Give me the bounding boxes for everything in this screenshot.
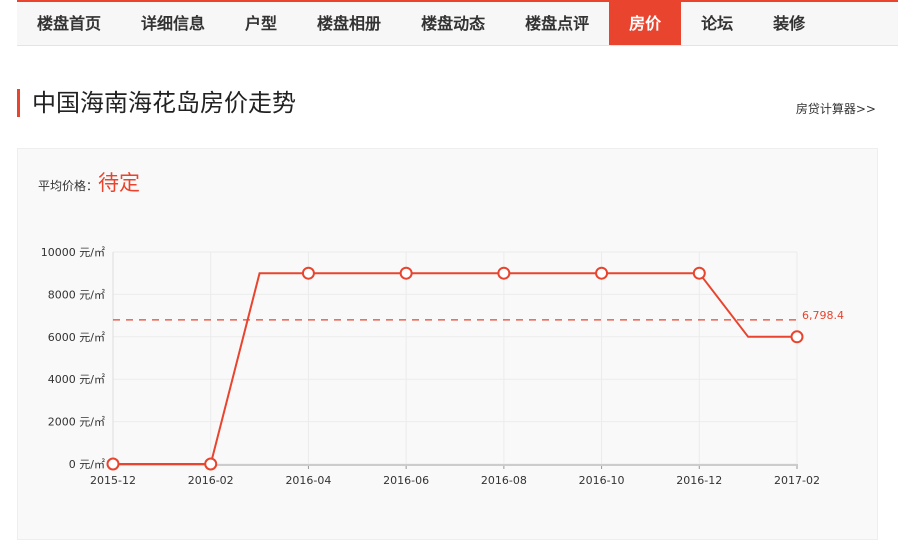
x-tick-label: 2016-04	[285, 474, 331, 487]
x-tick-label: 2015-12	[90, 474, 136, 487]
data-point	[790, 330, 804, 344]
data-point	[497, 266, 511, 280]
price-series-line	[113, 272, 797, 465]
price-trend-chart: 0 元/㎡ 2000 元/㎡ 4000 元/㎡ 6000 元/㎡ 8000 元/㎡ 100…	[41, 246, 844, 487]
data-point	[399, 266, 413, 280]
x-tick-label: 2016-08	[481, 474, 527, 487]
x-tick-label: 2016-06	[383, 474, 429, 487]
data-point	[106, 457, 120, 471]
x-tick-label: 2016-12	[676, 474, 722, 487]
y-tick-label: 10000 元/㎡	[41, 246, 105, 259]
x-tick-label: 2016-10	[579, 474, 625, 487]
y-tick-label: 0 元/㎡	[69, 458, 105, 471]
data-point	[204, 457, 218, 471]
y-tick-label: 8000 元/㎡	[48, 288, 105, 301]
data-point	[692, 266, 706, 280]
data-point	[595, 266, 609, 280]
y-tick-label: 2000 元/㎡	[48, 416, 105, 429]
y-tick-label: 6000 元/㎡	[48, 331, 105, 344]
average-line-label: 6,798.4	[802, 309, 844, 322]
x-tick-label: 2016-02	[188, 474, 234, 487]
y-tick-label: 4000 元/㎡	[48, 373, 105, 386]
data-point	[301, 266, 315, 280]
x-tick-label: 2017-02	[774, 474, 820, 487]
